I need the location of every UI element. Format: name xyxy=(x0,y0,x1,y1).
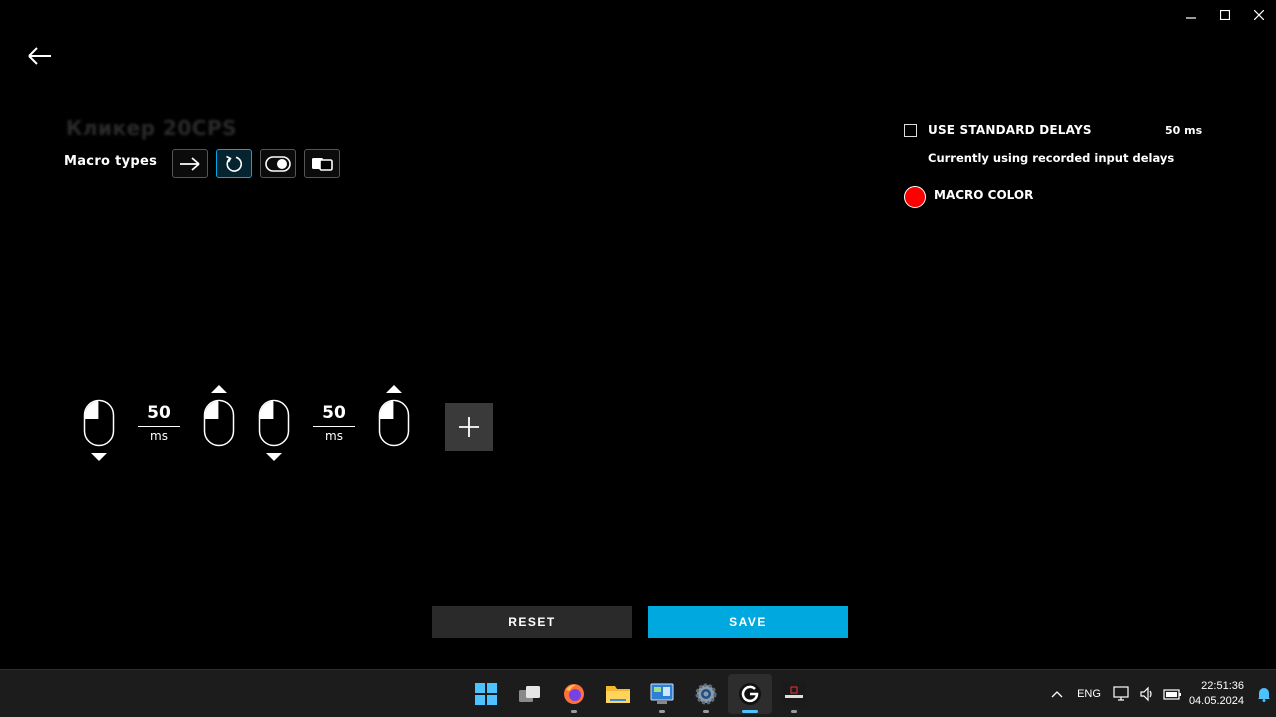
macro-type-sequence-button[interactable] xyxy=(304,149,340,178)
macro-type-toggle-button[interactable] xyxy=(260,149,296,178)
standard-delays-label: USE STANDARD DELAYS xyxy=(928,123,1092,137)
step-left-click-up[interactable] xyxy=(378,385,410,451)
toggle-icon xyxy=(265,155,291,172)
macro-color-label: MACRO COLOR xyxy=(934,188,1034,202)
language-indicator[interactable]: ENG xyxy=(1077,688,1101,700)
macro-types-label: Macro types xyxy=(64,154,158,169)
macro-color-swatch[interactable] xyxy=(904,186,926,208)
firefox-icon xyxy=(564,684,584,704)
gear-icon xyxy=(695,683,717,705)
mouse-left-click-icon xyxy=(378,399,410,447)
delays-note: Currently using recorded input delays xyxy=(928,151,1175,165)
step-delay[interactable]: 50 ms xyxy=(313,403,355,443)
step-left-click-down[interactable] xyxy=(83,399,115,461)
delay-value[interactable]: 50 xyxy=(138,403,180,427)
window-controls xyxy=(1174,6,1276,24)
delay-value[interactable]: 50 xyxy=(313,403,355,427)
step-left-click-down[interactable] xyxy=(258,399,290,461)
save-button[interactable]: SAVE xyxy=(648,606,848,638)
start-button[interactable] xyxy=(464,674,508,714)
windows-icon xyxy=(475,683,497,705)
repeat-icon xyxy=(226,155,242,172)
taskbar-apps xyxy=(464,670,816,717)
taskbar-app-firefox[interactable] xyxy=(552,674,596,714)
close-icon xyxy=(1254,10,1264,20)
realtek-audio-icon xyxy=(782,682,806,706)
mouse-left-click-icon xyxy=(258,399,290,447)
volume-icon xyxy=(1140,686,1152,702)
taskbar-app-logitech-g-hub[interactable] xyxy=(728,674,772,714)
task-view-button[interactable] xyxy=(508,674,552,714)
key-up-arrow-icon xyxy=(211,385,227,393)
mouse-left-click-icon xyxy=(203,399,235,447)
clock-time: 22:51:36 xyxy=(1201,680,1244,692)
close-button[interactable] xyxy=(1242,6,1276,24)
network-volume-battery-button[interactable] xyxy=(1113,686,1183,702)
step-left-click-up[interactable] xyxy=(203,385,235,451)
taskbar-app-file-explorer[interactable] xyxy=(596,674,640,714)
logitech-g-icon xyxy=(739,683,761,705)
bell-icon xyxy=(1258,688,1270,702)
macro-type-no-repeat-button[interactable] xyxy=(172,149,208,178)
standard-delays-value: 50 ms xyxy=(1165,124,1203,137)
taskbar-app-control-panel[interactable] xyxy=(640,674,684,714)
arrow-left-icon xyxy=(28,47,51,65)
chevron-up-icon xyxy=(1051,691,1063,698)
macro-type-repeat-button[interactable] xyxy=(216,149,252,178)
key-down-arrow-icon xyxy=(266,453,282,461)
taskbar: ENG 22:51:36 04.05.2024 xyxy=(0,669,1276,717)
reset-button[interactable]: RESET xyxy=(432,606,632,638)
taskbar-app-realtek-audio[interactable] xyxy=(772,674,816,714)
back-button[interactable] xyxy=(26,44,54,68)
minimize-button[interactable] xyxy=(1174,6,1208,24)
delay-unit: ms xyxy=(150,429,168,443)
notifications-button[interactable] xyxy=(1252,686,1276,702)
step-delay[interactable]: 50 ms xyxy=(138,403,180,443)
show-hidden-icons-button[interactable] xyxy=(1047,690,1067,698)
arrow-right-icon xyxy=(180,156,200,171)
battery-charging-icon xyxy=(1163,689,1181,700)
key-up-arrow-icon xyxy=(386,385,402,393)
delay-unit: ms xyxy=(325,429,343,443)
clock[interactable]: 22:51:36 04.05.2024 xyxy=(1189,679,1244,709)
key-down-arrow-icon xyxy=(91,453,107,461)
add-step-button[interactable] xyxy=(445,403,493,451)
mouse-left-click-icon xyxy=(83,399,115,447)
maximize-icon xyxy=(1220,10,1230,20)
folder-icon xyxy=(606,686,630,703)
control-panel-icon xyxy=(650,683,674,704)
taskbar-app-settings[interactable] xyxy=(684,674,728,714)
system-tray: ENG 22:51:36 04.05.2024 xyxy=(1047,670,1276,717)
plus-icon xyxy=(459,417,479,437)
macro-color-option[interactable]: MACRO COLOR xyxy=(904,186,1033,208)
macro-type-selector xyxy=(172,149,340,178)
maximize-button[interactable] xyxy=(1208,6,1242,24)
network-icon xyxy=(1113,686,1129,701)
task-view-icon xyxy=(519,686,540,702)
sequence-icon xyxy=(312,157,333,171)
clock-date: 04.05.2024 xyxy=(1188,695,1244,707)
minimize-icon xyxy=(1186,17,1196,19)
standard-delays-checkbox[interactable] xyxy=(904,123,917,137)
macro-name[interactable]: Кликер 20CPS xyxy=(66,116,237,140)
standard-delays-option[interactable]: USE STANDARD DELAYS 50 ms xyxy=(904,123,1204,137)
